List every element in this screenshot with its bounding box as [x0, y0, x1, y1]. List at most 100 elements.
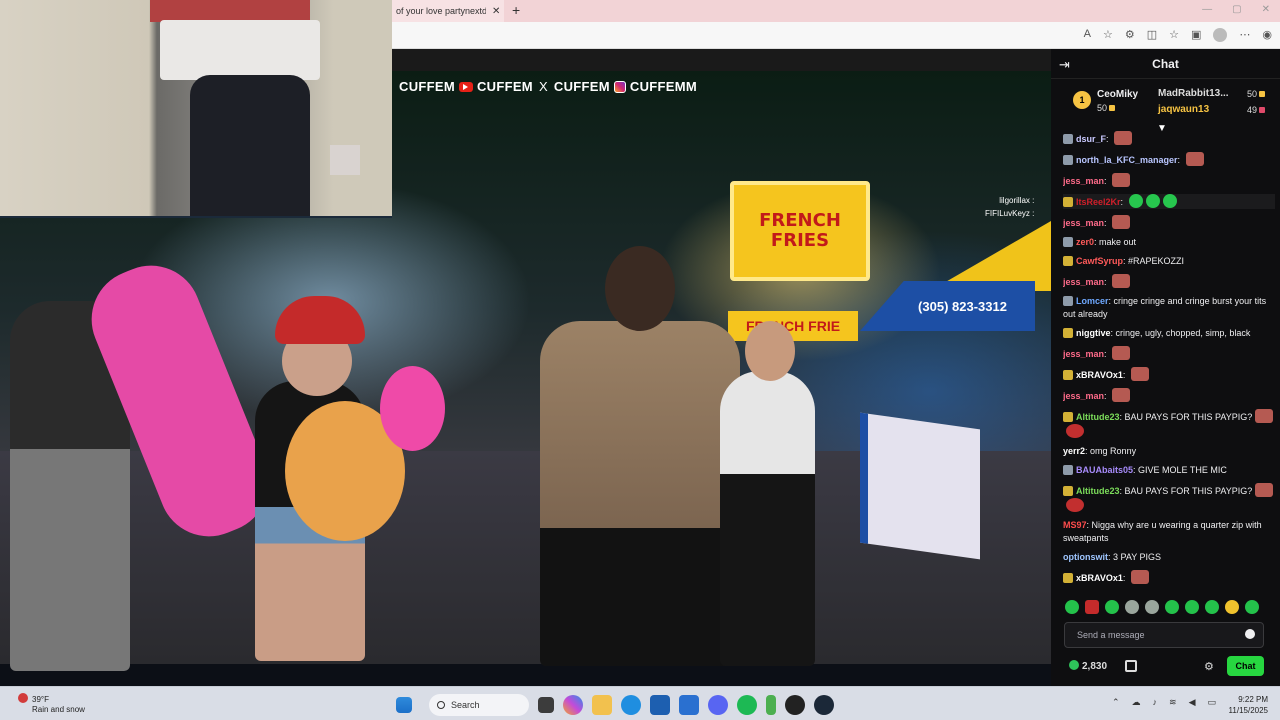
user-badge-icon[interactable]: [1063, 197, 1073, 207]
leader-name[interactable]: CeoMiky: [1097, 89, 1138, 100]
chat-username[interactable]: optionswit: [1063, 552, 1108, 562]
chat-username[interactable]: Lomcer: [1076, 296, 1109, 306]
emote-icon: [1255, 483, 1274, 497]
new-tab-button[interactable]: +: [512, 2, 520, 18]
window-controls: — ▢ ✕: [1202, 4, 1270, 15]
chat-text: make out: [1099, 237, 1137, 247]
emote-icon[interactable]: [1205, 600, 1219, 614]
maximize-icon[interactable]: ▢: [1232, 4, 1241, 15]
app-icon[interactable]: [766, 695, 776, 715]
chat-message: BAUAbaits05: GIVE MOLE THE MIC: [1063, 464, 1275, 477]
chat-username[interactable]: jess_man: [1063, 349, 1104, 359]
chevron-up-icon[interactable]: ⌃: [1112, 697, 1120, 708]
emote-icon[interactable]: [1145, 600, 1159, 614]
task-view-icon[interactable]: [538, 697, 554, 713]
user-badge-icon[interactable]: [1063, 328, 1073, 338]
taskbar-search[interactable]: Search: [429, 694, 529, 716]
start-icon[interactable]: [396, 697, 412, 713]
tent-canopy: [930, 221, 1051, 291]
emote-icon[interactable]: [1185, 600, 1199, 614]
copilot-app-icon[interactable]: [563, 695, 583, 715]
edge-icon[interactable]: [621, 695, 641, 715]
user-badge-icon[interactable]: [1063, 370, 1073, 380]
emote-icon[interactable]: [1085, 600, 1099, 614]
chat-username[interactable]: dsur_F: [1076, 134, 1106, 144]
chat-text: BAU PAYS FOR THIS PAYPIG?: [1124, 486, 1253, 496]
spotify-icon[interactable]: [737, 695, 757, 715]
instagram-icon: [613, 80, 626, 93]
chat-username[interactable]: xBRAVOx1: [1076, 370, 1123, 380]
chat-username[interactable]: jess_man: [1063, 277, 1104, 287]
user-badge-icon[interactable]: [1063, 296, 1073, 306]
chat-username[interactable]: zer0: [1076, 237, 1094, 247]
user-badge-icon[interactable]: [1063, 155, 1073, 165]
chat-username[interactable]: Altitude23: [1076, 412, 1120, 422]
volume-icon[interactable]: ◀: [1189, 697, 1196, 708]
browser-tab[interactable]: of your love partynextdoor ✕: [392, 0, 504, 22]
chat-username[interactable]: jess_man: [1063, 176, 1104, 186]
send-chat-button[interactable]: Chat: [1227, 656, 1264, 676]
chat-username[interactable]: xBRAVOx1: [1076, 573, 1123, 583]
emote-icon[interactable]: [1245, 600, 1259, 614]
store-icon[interactable]: [1125, 660, 1137, 672]
close-window-icon[interactable]: ✕: [1262, 4, 1270, 15]
weather-widget[interactable]: 39°F Rain and snow: [18, 693, 85, 715]
extensions-icon[interactable]: ⚙: [1125, 28, 1135, 42]
leader-name[interactable]: jaqwaun13: [1158, 104, 1209, 115]
minimize-icon[interactable]: —: [1202, 4, 1212, 15]
cloud-icon[interactable]: ☁: [1132, 697, 1141, 708]
discord-icon[interactable]: [708, 695, 728, 715]
user-badge-icon[interactable]: [1063, 486, 1073, 496]
store-app-icon[interactable]: [650, 695, 670, 715]
more-menu-icon[interactable]: ⋯: [1239, 28, 1250, 42]
channel-points[interactable]: 2,830: [1069, 660, 1107, 672]
clock[interactable]: 9:22 PM 11/15/2025: [1229, 694, 1268, 716]
favorites-icon[interactable]: ☆: [1169, 28, 1179, 42]
read-aloud-icon[interactable]: A: [1084, 28, 1091, 42]
chat-username[interactable]: ItsReel2Kr: [1076, 197, 1121, 207]
emote-icon[interactable]: [1105, 600, 1119, 614]
obs-icon[interactable]: [785, 695, 805, 715]
chat-username[interactable]: north_la_KFC_manager: [1076, 155, 1178, 165]
battery-icon[interactable]: ▭: [1207, 697, 1216, 708]
emote-icon[interactable]: [1065, 600, 1079, 614]
chat-username[interactable]: jess_man: [1063, 391, 1104, 401]
emoji-picker-icon[interactable]: [1245, 629, 1255, 639]
favorite-star-icon[interactable]: ☆: [1103, 28, 1113, 42]
chat-input-box[interactable]: [1064, 622, 1264, 648]
user-badge-icon[interactable]: [1063, 256, 1073, 266]
split-screen-icon[interactable]: ◫: [1147, 28, 1157, 42]
tab-close-icon[interactable]: ✕: [492, 6, 500, 17]
collapse-chat-icon[interactable]: ⇥: [1059, 57, 1070, 73]
chat-username[interactable]: jess_man: [1063, 218, 1104, 228]
coin-icon: [1109, 105, 1116, 111]
file-explorer-icon[interactable]: [592, 695, 612, 715]
emote-icon[interactable]: [1125, 600, 1139, 614]
colon: :: [1104, 349, 1110, 359]
leader-name[interactable]: MadRabbit13...: [1158, 88, 1229, 99]
wifi-icon[interactable]: ≋: [1169, 697, 1177, 708]
emote-icon[interactable]: [1225, 600, 1239, 614]
user-badge-icon[interactable]: [1063, 573, 1073, 583]
chat-username[interactable]: BAUAbaits05: [1076, 465, 1133, 475]
gear-icon[interactable]: ⚙: [1204, 660, 1214, 673]
chat-username[interactable]: CawfSyrup: [1076, 256, 1123, 266]
profile-avatar[interactable]: [1213, 28, 1228, 42]
steam-icon[interactable]: [814, 695, 834, 715]
user-badge-icon[interactable]: [1063, 134, 1073, 144]
emote-icon[interactable]: [1165, 600, 1179, 614]
outlook-icon[interactable]: [679, 695, 699, 715]
emote-icon: [1130, 367, 1149, 381]
collections-icon[interactable]: ▣: [1191, 28, 1201, 42]
chat-input[interactable]: [1065, 623, 1235, 647]
chat-username[interactable]: yerr2: [1063, 446, 1085, 456]
user-badge-icon[interactable]: [1063, 412, 1073, 422]
copilot-icon[interactable]: ◉: [1262, 28, 1272, 42]
chat-username[interactable]: MS97: [1063, 520, 1087, 530]
chat-message: Altitude23: BAU PAYS FOR THIS PAYPIG?: [1063, 409, 1275, 439]
microphone-icon[interactable]: ♪: [1153, 697, 1158, 708]
chat-username[interactable]: niggtive: [1076, 328, 1111, 338]
user-badge-icon[interactable]: [1063, 465, 1073, 475]
chat-username[interactable]: Altitude23: [1076, 486, 1120, 496]
user-badge-icon[interactable]: [1063, 237, 1073, 247]
